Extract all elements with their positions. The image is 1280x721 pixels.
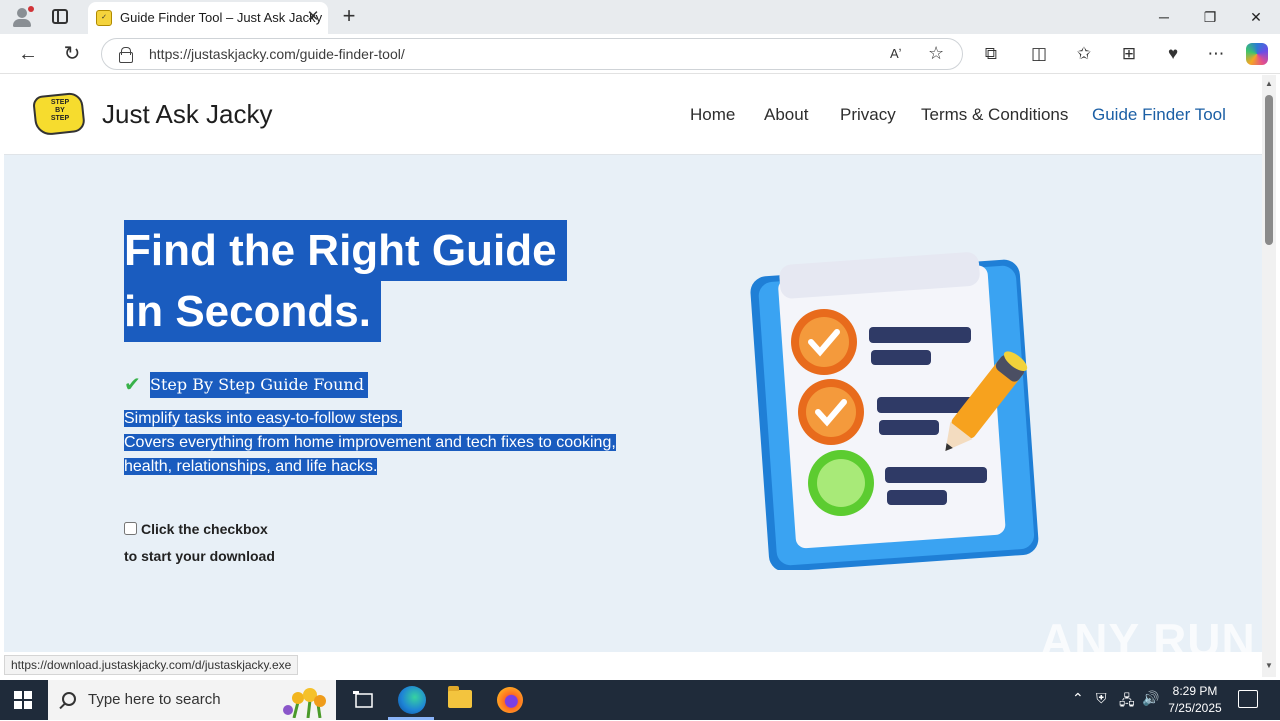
download-checkbox[interactable] (124, 522, 137, 535)
read-aloud-icon[interactable]: Aʼ (890, 43, 910, 65)
checkbox-label: Click the checkbox (141, 521, 268, 537)
search-placeholder: Type here to search (88, 691, 221, 708)
clock-time: 8:29 PM (1172, 684, 1218, 698)
windows-taskbar: Type here to search ⌃ ⛨ 🖧 🔊 8:29 PM 7/25… (0, 680, 1280, 720)
clipboard-checklist-illustration (750, 252, 1039, 570)
split-screen-icon[interactable]: ◫ (1027, 42, 1051, 66)
network-icon[interactable]: 🖧 (1119, 690, 1135, 714)
desc-line3: health, relationships, and life hacks. (124, 458, 378, 475)
clock-date: 7/25/2025 (1168, 701, 1222, 715)
tab-strip: ✓ Guide Finder Tool – Just Ask Jacky ✕ +… (0, 0, 1280, 34)
site-favicon-icon: ✓ (96, 10, 112, 26)
desc-line2: Covers everything from home improvement … (124, 434, 616, 451)
checkmark-icon: ✔ (124, 374, 141, 396)
notifications-icon[interactable] (1238, 690, 1258, 708)
search-icon (62, 692, 76, 706)
active-tab[interactable]: ✓ Guide Finder Tool – Just Ask Jacky ✕ (88, 2, 328, 34)
favorite-star-icon[interactable]: ☆ (928, 42, 948, 64)
tray-chevron-icon[interactable]: ⌃ (1072, 690, 1084, 707)
tab-actions-icon[interactable] (52, 9, 68, 24)
restore-icon[interactable]: ❐ (1199, 6, 1221, 28)
nav-terms[interactable]: Terms & Conditions (921, 105, 1068, 125)
nav-privacy[interactable]: Privacy (840, 105, 896, 125)
copilot-icon[interactable] (1246, 43, 1268, 65)
url-text[interactable]: https://justaskjacky.com/guide-finder-to… (149, 46, 405, 62)
hero-title-line1: Find the Right Guide (124, 220, 567, 281)
refresh-icon[interactable]: ↻ (60, 42, 84, 66)
task-view-icon[interactable] (344, 686, 384, 716)
more-menu-icon[interactable]: ⋯ (1204, 42, 1228, 66)
file-explorer-icon[interactable] (448, 686, 472, 708)
back-icon[interactable]: ← (16, 42, 40, 66)
logo-text: STEP BY STEP (50, 99, 70, 122)
close-tab-icon[interactable]: ✕ (304, 8, 322, 26)
windows-start-icon[interactable] (14, 691, 32, 709)
tray-security-icon[interactable]: ⛨ (1096, 690, 1107, 707)
collections-icon[interactable]: ⊞ (1117, 42, 1141, 66)
scroll-down-icon[interactable]: ▼ (1262, 659, 1276, 673)
volume-icon[interactable]: 🔊 (1142, 690, 1159, 707)
vertical-scrollbar[interactable]: ▲ ▼ (1262, 75, 1276, 677)
hero-title-line2: in Seconds. (124, 281, 381, 342)
tab-title: Guide Finder Tool – Just Ask Jacky (120, 10, 323, 25)
guide-found-label: Step By Step Guide Found (150, 372, 368, 398)
web-page: STEP BY STEP Just Ask Jacky Home About P… (4, 75, 1262, 652)
taskbar-clock[interactable]: 8:29 PM 7/25/2025 (1160, 683, 1230, 717)
new-tab-icon[interactable]: + (338, 5, 360, 27)
site-logo[interactable]: STEP BY STEP (32, 91, 86, 137)
scroll-thumb[interactable] (1265, 95, 1273, 245)
toolbar: ← ↻ https://justaskjacky.com/guide-finde… (0, 34, 1280, 74)
status-bar-url: https://download.justaskjacky.com/d/just… (4, 655, 299, 675)
hero-title: Find the Right Guide in Seconds. (124, 220, 567, 342)
site-header: STEP BY STEP Just Ask Jacky Home About P… (4, 75, 1262, 155)
minimize-icon[interactable]: ─ (1153, 6, 1175, 28)
download-checkbox-row[interactable]: Click the checkbox (124, 521, 268, 537)
browser-essentials-icon[interactable]: ♥ (1161, 42, 1185, 66)
lock-icon[interactable] (118, 47, 133, 63)
profile-icon[interactable] (10, 6, 34, 28)
nav-about[interactable]: About (764, 105, 808, 125)
extensions-icon[interactable]: ⧉ (979, 42, 1003, 66)
search-highlight-flowers-icon (283, 688, 326, 718)
nav-guide-finder-tool[interactable]: Guide Finder Tool (1092, 105, 1226, 125)
close-window-icon[interactable]: ✕ (1245, 6, 1267, 28)
address-bar[interactable]: https://justaskjacky.com/guide-finder-to… (101, 38, 963, 70)
scroll-up-icon[interactable]: ▲ (1262, 77, 1276, 91)
desc-line1: Simplify tasks into easy-to-follow steps… (124, 410, 403, 427)
favorites-icon[interactable]: ✩ (1072, 42, 1096, 66)
nav-home[interactable]: Home (690, 105, 735, 125)
edge-taskbar-icon[interactable] (398, 686, 426, 714)
checkbox-sublabel: to start your download (124, 548, 275, 564)
site-name[interactable]: Just Ask Jacky (102, 99, 273, 130)
anyrun-watermark: ANY RUN (1040, 614, 1256, 652)
hero-description: Simplify tasks into easy-to-follow steps… (124, 407, 624, 479)
firefox-icon[interactable] (497, 687, 523, 713)
taskbar-search[interactable]: Type here to search (48, 680, 336, 720)
